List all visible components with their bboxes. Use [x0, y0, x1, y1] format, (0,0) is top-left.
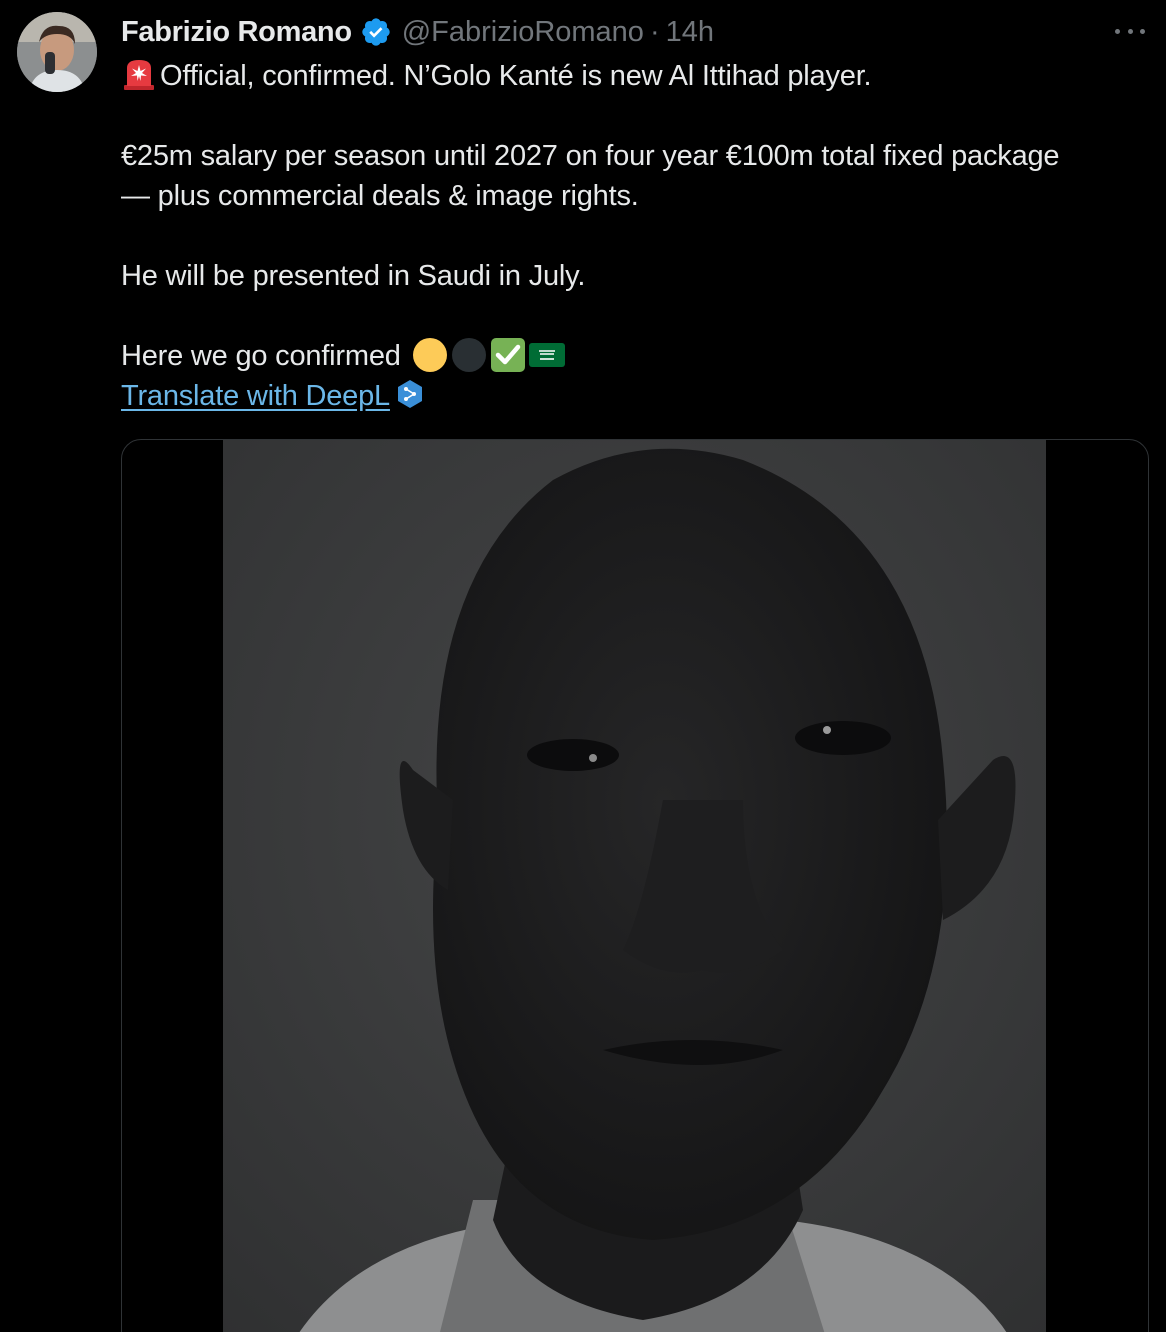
- check-mark-emoji-icon: [490, 337, 526, 373]
- avatar-image: [17, 12, 97, 92]
- tweet-line-5: Here we go confirmed: [121, 336, 1156, 376]
- saudi-flag-emoji-icon: [528, 337, 565, 373]
- tweet-line-4: He will be presented in Saudi in July.: [121, 260, 586, 292]
- avatar[interactable]: [17, 12, 97, 92]
- translate-with-deepl-link[interactable]: Translate with DeepL: [121, 380, 390, 412]
- deepl-icon[interactable]: [396, 379, 424, 409]
- author-handle[interactable]: @FabrizioRomano: [402, 16, 644, 49]
- tweet-line-5-text: Here we go confirmed: [121, 340, 401, 372]
- tweet-line-3: — plus commercial deals & image rights.: [121, 180, 639, 212]
- tweet-media[interactable]: [121, 439, 1149, 1332]
- timestamp[interactable]: 14h: [666, 16, 714, 49]
- tweet-text: Official, confirmed. N’Golo Kanté is new…: [121, 56, 1156, 416]
- verified-badge-icon: [360, 16, 392, 48]
- translate-row: Translate with DeepL: [121, 376, 1156, 416]
- author-name[interactable]: Fabrizio Romano: [121, 16, 352, 49]
- yellow-circle-emoji-icon: [412, 337, 448, 373]
- tweet[interactable]: Fabrizio Romano @FabrizioRomano · 14h Of…: [0, 0, 1166, 1332]
- tweet-header: Fabrizio Romano @FabrizioRomano · 14h: [121, 12, 714, 52]
- tweet-line-1: Official, confirmed. N’Golo Kanté is new…: [121, 56, 1156, 96]
- tweet-line-1-text: Official, confirmed. N’Golo Kanté is new…: [160, 60, 872, 92]
- player-photo[interactable]: [223, 440, 1046, 1332]
- siren-emoji-icon: [121, 56, 157, 92]
- separator-dot: ·: [649, 15, 660, 48]
- tweet-line-2: €25m salary per season until 2027 on fou…: [121, 140, 1060, 172]
- ellipsis-icon[interactable]: [1112, 14, 1148, 48]
- black-circle-emoji-icon: [451, 337, 487, 373]
